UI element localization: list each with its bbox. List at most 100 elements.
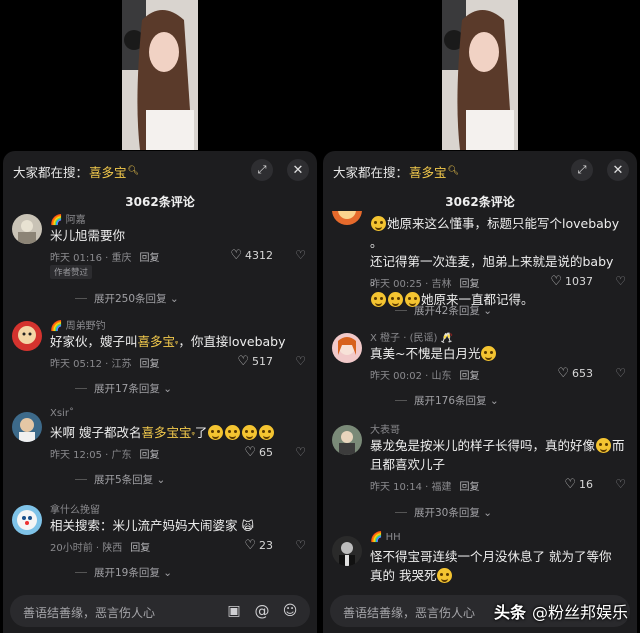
search-keyword-link[interactable]: 喜多宝宝: [141, 425, 191, 440]
comment-input-bar: 善语结善缘，恶言伤人心 ▣ @ ☺: [3, 589, 317, 633]
heart-icon: ♡: [557, 366, 569, 381]
search-keyword[interactable]: 喜多宝: [409, 162, 447, 181]
comment-text: 米啊 嫂子都改名喜多宝宝ᵠ了: [50, 423, 287, 444]
comment-input[interactable]: 善语结善缘，恶言伤人心 ▣ @ ☺: [10, 595, 310, 627]
search-suggestion[interactable]: 大家都在搜： 喜多宝 🔍︎: [333, 162, 459, 180]
broken-heart-icon[interactable]: ♡: [615, 477, 626, 491]
expand-replies-button[interactable]: 展开5条回复 ⌄: [75, 472, 165, 487]
broken-heart-icon[interactable]: ♡: [615, 366, 626, 380]
search-icon: 🔍︎: [447, 166, 459, 176]
comment-text: 米儿旭需要你: [50, 228, 126, 243]
username[interactable]: X 橙子 · (民谣) 🥂: [370, 329, 453, 344]
left-screen: 大家都在搜： 喜多宝 🔍︎ ⤢ ✕ 3062条评论 🌈 阿嘉 米儿旭需要你 昨天…: [0, 0, 320, 633]
laugh-emoji-icon: [596, 438, 612, 453]
heart-icon: ♡: [237, 354, 249, 369]
expand-replies-button[interactable]: 展开250条回复 ⌄: [75, 291, 179, 306]
username[interactable]: 🌈 阿嘉: [50, 211, 86, 226]
username[interactable]: 拿什么挽留: [50, 501, 100, 516]
search-suggestion[interactable]: 大家都在搜： 喜多宝 🔍︎: [13, 162, 139, 180]
heart-icon: ♡: [230, 248, 242, 263]
laugh-emoji-icon: [208, 425, 224, 440]
reply-button[interactable]: 回复: [460, 482, 480, 493]
emoji-icon[interactable]: ☺: [280, 601, 300, 621]
avatar[interactable]: [332, 536, 362, 566]
reply-button[interactable]: 回复: [130, 543, 150, 554]
search-icon: 🔍︎: [127, 166, 139, 176]
comment-sheet: 大家都在搜： 喜多宝 🔍︎ ⤢ ✕ 3062条评论 🌈 阿嘉 米儿旭需要你 昨天…: [3, 151, 317, 633]
like-button[interactable]: ♡ 653: [557, 366, 593, 381]
avatar[interactable]: [12, 412, 42, 442]
broken-heart-icon[interactable]: ♡: [295, 538, 306, 552]
video-thumbnail[interactable]: [442, 0, 518, 150]
expand-icon[interactable]: ⤢: [571, 159, 593, 181]
expand-replies-button[interactable]: 展开30条回复 ⌄: [395, 505, 492, 520]
heart-icon: ♡: [244, 538, 256, 553]
username[interactable]: 🌈 周弟野钓: [50, 317, 106, 332]
broken-heart-icon[interactable]: ♡: [615, 274, 626, 288]
image-icon[interactable]: ▣: [224, 601, 244, 621]
username[interactable]: 🌈 HH: [370, 532, 401, 543]
close-icon[interactable]: ✕: [607, 159, 629, 181]
comment-count: 3062条评论: [445, 195, 515, 209]
like-button[interactable]: ♡ 1037: [550, 274, 593, 289]
expand-replies-button[interactable]: 展开42条回复 ⌄: [395, 303, 492, 318]
reply-button[interactable]: 回复: [140, 450, 160, 461]
comment-text: 暴龙兔是按米儿的样子长得吗，真的好像而 且都喜欢儿子: [370, 438, 625, 472]
like-button[interactable]: ♡ 16: [564, 477, 593, 492]
search-prefix: 大家都在搜：: [333, 164, 409, 180]
comment-count: 3062条评论: [125, 195, 195, 209]
expand-replies-button[interactable]: 展开176条回复 ⌄: [395, 393, 499, 408]
comment-meta: 昨天 05:12 · 江苏 回复: [50, 359, 160, 370]
like-button[interactable]: ♡ 65: [244, 445, 273, 460]
comment-meta: 昨天 00:25 · 吉林 回复: [370, 279, 480, 290]
comment-text: 真美~不愧是白月光: [370, 344, 607, 363]
close-icon[interactable]: ✕: [287, 159, 309, 181]
heart-icon: ♡: [564, 477, 576, 492]
broken-heart-icon[interactable]: ♡: [295, 445, 306, 459]
expand-replies-button[interactable]: 展开17条回复 ⌄: [75, 381, 172, 396]
avatar[interactable]: [332, 425, 362, 455]
comment-meta: 昨天 12:05 · 广东 回复: [50, 450, 160, 461]
laugh-emoji-icon: [225, 425, 241, 440]
comment-list[interactable]: 她原来这么懂事，标题只能写个lovebaby 。 还记得第一次连麦，旭弟上来就是…: [323, 211, 637, 589]
avatar[interactable]: [332, 211, 362, 225]
username[interactable]: Xsir˚: [50, 408, 74, 419]
comment-meta: 昨天 10:14 · 福建 回复: [370, 482, 480, 493]
reply-button[interactable]: 回复: [140, 359, 160, 370]
search-keyword[interactable]: 喜多宝: [89, 162, 127, 181]
comment-text: 她原来这么懂事，标题只能写个lovebaby 。 还记得第一次连麦，旭弟上来就是…: [370, 216, 620, 307]
comment-text: 好家伙，嫂子叫喜多宝ᵠ，你直接lovebaby: [50, 334, 286, 349]
cry-emoji-icon: [371, 292, 386, 307]
expand-icon[interactable]: ⤢: [251, 159, 273, 181]
at-icon[interactable]: @: [252, 601, 272, 621]
like-button[interactable]: ♡ 517: [237, 354, 273, 369]
expand-replies-button[interactable]: 展开19条回复 ⌄: [75, 565, 172, 580]
broken-heart-icon[interactable]: ♡: [295, 354, 306, 368]
author-liked-badge: 作者赞过: [50, 265, 93, 279]
watermark-account: @粉丝邦娱乐: [531, 603, 628, 622]
comment-sheet: 大家都在搜： 喜多宝 🔍︎ ⤢ ✕ 3062条评论 她原来这么懂事，标题只能写个…: [323, 151, 637, 633]
comment-text: 相关搜索：米儿流产妈妈大闹婆家 🙀: [50, 518, 255, 533]
search-keyword-link[interactable]: 喜多宝: [138, 334, 176, 349]
avatar[interactable]: [12, 505, 42, 535]
username[interactable]: 大表哥: [370, 421, 400, 436]
video-thumbnail[interactable]: [122, 0, 198, 150]
broken-heart-icon[interactable]: ♡: [295, 248, 306, 262]
heart-icon: ♡: [244, 445, 256, 460]
right-screen: 大家都在搜： 喜多宝 🔍︎ ⤢ ✕ 3062条评论 她原来这么懂事，标题只能写个…: [320, 0, 640, 633]
like-button[interactable]: ♡ 4312: [230, 248, 273, 263]
sweat-emoji-icon: [371, 216, 386, 231]
heart-icon: ♡: [550, 274, 562, 289]
comment-meta: 20小时前 · 陕西 回复: [50, 543, 151, 554]
reply-button[interactable]: 回复: [460, 371, 480, 382]
reply-button[interactable]: 回复: [140, 253, 160, 264]
avatar[interactable]: [332, 333, 362, 363]
comment-list[interactable]: 🌈 阿嘉 米儿旭需要你 昨天 01:16 · 重庆 回复 作者赞过 ♡ 4312 ♡…: [3, 211, 317, 589]
like-button[interactable]: ♡ 23: [244, 538, 273, 553]
input-placeholder: 善语结善缘，恶言伤人心: [343, 606, 476, 620]
avatar[interactable]: [12, 214, 42, 244]
avatar[interactable]: [12, 321, 42, 351]
laugh-emoji-icon: [242, 425, 258, 440]
comment-meta: 昨天 00:02 · 山东 回复: [370, 371, 480, 382]
reply-button[interactable]: 回复: [460, 279, 480, 290]
